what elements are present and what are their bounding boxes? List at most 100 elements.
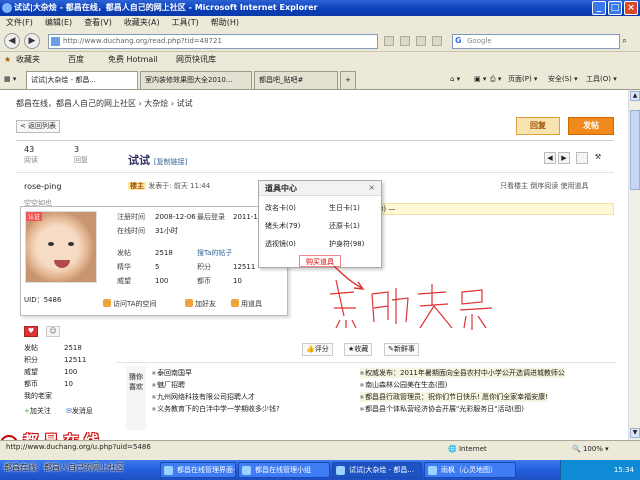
next-thread-icon[interactable]: ▶: [558, 152, 570, 164]
follow-button[interactable]: +加关注: [24, 406, 51, 416]
recommend-item[interactable]: 都昌县个体私营经济协会开展"光彩服务日"活动(图): [360, 404, 524, 414]
scroll-down-icon[interactable]: ▼: [630, 428, 640, 438]
scroll-thumb[interactable]: [630, 110, 640, 190]
search-input[interactable]: G Google: [452, 34, 620, 49]
house-icon: [103, 299, 111, 307]
checkbox-icon[interactable]: [576, 152, 588, 164]
pencil-icon: [231, 299, 239, 307]
recommend-item[interactable]: 南山森林公园美在生态(图): [360, 380, 447, 390]
back-icon[interactable]: ◀: [4, 33, 20, 49]
visit-space-button[interactable]: 访问TA的空间: [103, 299, 157, 309]
digest-value: 5: [155, 263, 160, 271]
tab-current[interactable]: 试试|大杂烩 - 都昌...: [26, 71, 138, 89]
fav-webslice[interactable]: 网页快讯库: [176, 52, 216, 68]
tool-item[interactable]: 还原卡(1): [329, 221, 360, 231]
recommend-item[interactable]: 九州网络科技有限公司招聘人才: [152, 392, 255, 402]
tool-item[interactable]: 生日卡(1): [329, 203, 360, 213]
star-icon[interactable]: ★: [4, 52, 11, 68]
recommend-item[interactable]: 权威发布：2011年暑期面向全县农村中小学公开选调进城教师公: [360, 368, 565, 378]
favorite-button[interactable]: ★收藏: [344, 343, 373, 356]
rate-button[interactable]: 👍评分: [302, 343, 333, 356]
google-icon: G: [455, 36, 462, 45]
overlay-caption: 都昌在线：都昌人自己的网上社区: [4, 463, 124, 472]
close-button[interactable]: ×: [624, 1, 638, 15]
message-button[interactable]: ✉发消息: [66, 406, 93, 416]
forward-icon[interactable]: ▶: [24, 33, 40, 49]
tab-decor[interactable]: 室内装修效果图大全2010...: [140, 71, 252, 89]
search-posts-link[interactable]: 搜Ta的帖子: [197, 249, 232, 258]
clock: 15:34: [613, 466, 634, 474]
author-name[interactable]: rose-ping: [24, 182, 61, 191]
taskbar-item[interactable]: 雨枫（心灵地图）: [424, 462, 516, 478]
tool-center-popup: 道具中心 × 改名卡(0) 生日卡(1) 猪头术(79) 还原卡(1) 透视镜(…: [258, 180, 382, 268]
scroll-up-icon[interactable]: ▲: [630, 91, 640, 101]
wrench-icon[interactable]: ⚒: [592, 152, 604, 164]
fav-hotmail[interactable]: 免费 Hotmail: [108, 52, 158, 68]
favorites-button[interactable]: 收藏夹: [16, 52, 40, 68]
left-posts-label: 发帖: [24, 344, 38, 352]
new-post-button[interactable]: 发帖: [568, 117, 614, 135]
menu-view[interactable]: 查看(V): [78, 16, 118, 30]
back-to-list-button[interactable]: < 返回列表: [16, 120, 60, 133]
prev-thread-icon[interactable]: ◀: [544, 152, 556, 164]
menu-tools[interactable]: 工具(T): [166, 16, 205, 30]
handwriting-annotation: [329, 265, 493, 330]
taskbar-item[interactable]: 试试|大杂烩 - 都昌...: [332, 462, 422, 478]
tool-item[interactable]: 改名卡(0): [265, 203, 296, 213]
page-content: 都昌在线，都昌人自己的网上社区 › 大杂烩 › 试试 < 返回列表 回复 发帖 …: [0, 90, 628, 440]
share-button[interactable]: ✎新鲜事: [384, 343, 419, 356]
internet-zone: 🌐 Internet: [448, 445, 487, 453]
verified-badge: 认证: [26, 212, 43, 221]
recommend-item[interactable]: 都昌县行政管理员：祝你们节日快乐! 愿你们全家幸福安康!: [360, 392, 548, 402]
divider: [16, 140, 614, 141]
reply-button[interactable]: 回复: [516, 117, 560, 135]
divider: [116, 362, 616, 363]
reg-time-value: 2008-12-06: [155, 213, 196, 221]
copy-link[interactable]: [复制链接]: [154, 158, 187, 166]
divider: [16, 172, 614, 173]
tab-tieba[interactable]: 都昌吧_贴吧#: [254, 71, 338, 89]
url-input[interactable]: http://www.duchang.org/read.php?tid=4872…: [48, 34, 378, 49]
recommend-item[interactable]: 义务教育下的白泮中学一学期收多少钱?: [152, 404, 280, 414]
new-tab-button[interactable]: +: [340, 71, 356, 89]
close-icon[interactable]: ×: [368, 183, 375, 192]
dropdown-icon[interactable]: [384, 36, 394, 46]
add-friend-button[interactable]: 加好友: [185, 299, 216, 309]
menu-edit[interactable]: 编辑(E): [39, 16, 78, 30]
print-icon[interactable]: ⎙ ▾: [490, 72, 501, 86]
taskbar-item[interactable]: 都昌在线管理小组: [238, 462, 330, 478]
tool-item[interactable]: 猪头术(79): [265, 221, 300, 231]
compat-icon[interactable]: [432, 36, 442, 46]
safety-menu[interactable]: 安全(S) ▾: [548, 72, 578, 86]
zoom-control[interactable]: 🔍 100% ▾: [572, 445, 609, 453]
prestige-value: 100: [155, 277, 169, 285]
search-go-icon[interactable]: ⌕: [622, 36, 634, 48]
page-menu[interactable]: 页面(P) ▾: [508, 72, 537, 86]
tools-menu[interactable]: 工具(O) ▾: [586, 72, 617, 86]
tool-item[interactable]: 透视镜(0): [265, 239, 296, 249]
menu-help[interactable]: 帮助(H): [205, 16, 245, 30]
home-icon[interactable]: ⌂ ▾: [450, 72, 460, 86]
posts-value: 2518: [155, 249, 173, 257]
recommend-item[interactable]: 魅厂招聘: [152, 380, 185, 390]
feeds-icon[interactable]: ▣ ▾: [474, 72, 486, 86]
zone-label: Internet: [458, 445, 487, 453]
stop-icon[interactable]: [416, 36, 426, 46]
maximize-button[interactable]: □: [608, 1, 622, 15]
post-options[interactable]: 只看楼主 倒序阅读 使用道具: [500, 181, 588, 191]
menu-file[interactable]: 文件(F): [0, 16, 39, 30]
minimize-button[interactable]: _: [592, 1, 606, 15]
fav-baidu[interactable]: 百度: [68, 52, 84, 68]
vertical-scrollbar[interactable]: ▲ ▼: [628, 90, 640, 440]
tool-item[interactable]: 护身符(98): [329, 239, 364, 249]
refresh-icon[interactable]: [400, 36, 410, 46]
use-tool-button[interactable]: 用道具: [231, 299, 262, 309]
left-coins-label: 都币: [24, 380, 38, 388]
taskbar-item[interactable]: 都昌在线管理界面-Win...: [160, 462, 236, 478]
menu-favorites[interactable]: 收藏夹(A): [118, 16, 166, 30]
system-tray: 15:34: [560, 460, 640, 480]
views-count: 43: [24, 145, 35, 154]
tab-grid-icon[interactable]: ▦ ▾: [4, 72, 16, 86]
views-stat: 43 阅读: [24, 145, 38, 165]
recommend-item[interactable]: 泰回南国早: [152, 368, 192, 378]
